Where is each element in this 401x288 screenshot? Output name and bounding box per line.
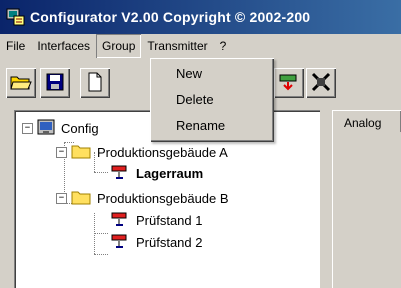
tree-item-pruefstand-2[interactable]: Prüfstand 2 (110, 231, 203, 253)
open-button[interactable] (6, 68, 36, 98)
tab-analog[interactable]: Analog (332, 110, 401, 132)
transmitter-icon (278, 72, 300, 95)
tree-item-label: Prüfstand 1 (136, 212, 203, 228)
group-menu-dropdown: New Delete Rename (150, 58, 274, 142)
app-icon (6, 7, 26, 27)
menu-item-rename[interactable]: Rename (176, 115, 225, 137)
menu-bar: File Interfaces Group Transmitter ? (0, 34, 401, 58)
menu-file[interactable]: File (0, 34, 31, 58)
open-folder-icon (10, 73, 32, 94)
save-disk-icon (46, 73, 64, 94)
tree-group-label: Produktionsgebäude A (97, 144, 228, 160)
tree-root[interactable]: − Config (22, 117, 99, 139)
collapse-icon[interactable]: − (56, 192, 67, 204)
menu-transmitter[interactable]: Transmitter (141, 34, 213, 58)
tree-connector (94, 254, 108, 255)
tree-connector (94, 233, 108, 234)
transmitter-item-icon (110, 164, 130, 183)
tree-item-pruefstand-1[interactable]: Prüfstand 1 (110, 209, 203, 231)
tree-group-a[interactable]: − Produktionsgebäude A (56, 141, 228, 163)
menu-item-new[interactable]: New (176, 63, 202, 85)
tab-label: Analog (344, 116, 382, 130)
tree-item-label: Lagerraum (136, 165, 204, 181)
config-icon (37, 119, 55, 138)
tree-connector (94, 172, 108, 173)
tree-item-lagerraum[interactable]: Lagerraum (110, 162, 203, 184)
new-document-icon (87, 72, 103, 95)
menu-group[interactable]: Group (96, 34, 142, 58)
window-title: Configurator V2.00 Copyright © 2002-200 (30, 9, 311, 25)
transmitter-item-icon (110, 211, 130, 230)
collapse-icon[interactable]: − (56, 146, 67, 158)
tab-content (332, 132, 401, 288)
transmitter-button[interactable] (274, 68, 304, 98)
detail-panel: Analog (332, 110, 401, 288)
collapse-icon[interactable]: − (22, 122, 33, 134)
menu-item-delete[interactable]: Delete (176, 89, 214, 111)
tree-group-b[interactable]: − Produktionsgebäude B (56, 187, 229, 209)
tree-group-label: Produktionsgebäude B (97, 190, 229, 206)
new-button[interactable] (80, 68, 110, 98)
tree-item-label: Prüfstand 2 (136, 234, 203, 250)
transmitter-item-icon (110, 233, 130, 252)
tree-root-label: Config (61, 120, 99, 136)
menu-help[interactable]: ? (214, 34, 233, 58)
menu-interfaces[interactable]: Interfaces (31, 34, 96, 58)
folder-icon (71, 143, 91, 162)
save-button[interactable] (40, 68, 70, 98)
folder-icon (71, 189, 91, 208)
title-bar[interactable]: Configurator V2.00 Copyright © 2002-200 (0, 0, 401, 34)
disconnect-icon (310, 71, 332, 96)
disconnect-button[interactable] (306, 68, 336, 98)
